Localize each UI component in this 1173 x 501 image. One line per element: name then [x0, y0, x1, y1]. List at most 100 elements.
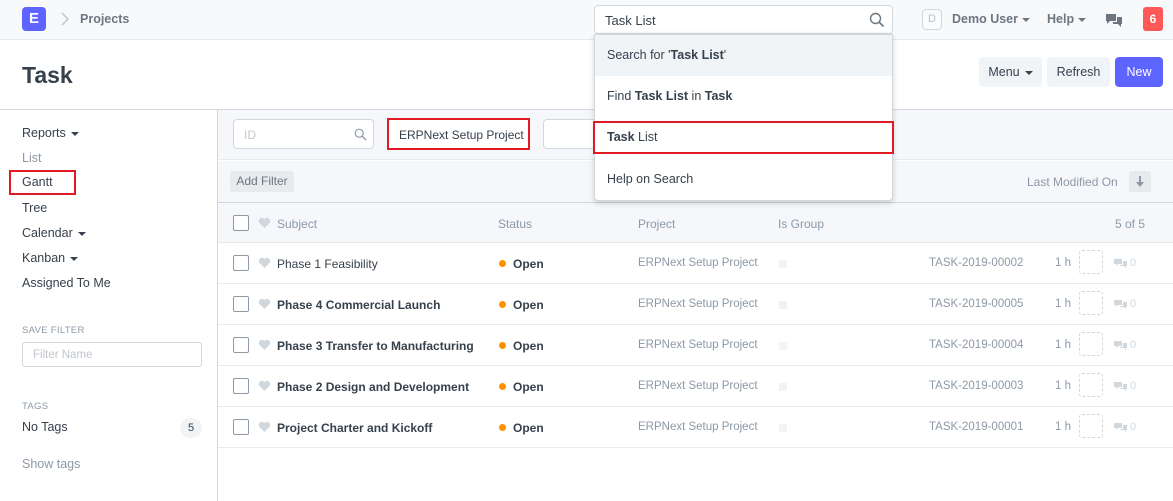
sidebar-item-reports[interactable]: Reports [22, 126, 79, 140]
caret-down-icon [70, 256, 79, 261]
page-title: Task [22, 62, 73, 88]
heart-icon[interactable] [258, 421, 271, 433]
sidebar-item-label: Kanban [22, 251, 66, 265]
user-avatar[interactable]: D [922, 9, 942, 30]
search-suggestions-dropdown: Search for 'Task List' Find Task List in… [594, 34, 893, 201]
help-on-search-option[interactable]: Help on Search [595, 159, 892, 200]
row-modified-time: 1 h [1055, 380, 1071, 392]
row-is-group-checkbox [779, 301, 787, 309]
app-logo[interactable]: E [22, 7, 46, 31]
row-task-id: TASK-2019-00005 [929, 298, 1024, 310]
row-is-group-checkbox [779, 383, 787, 391]
sidebar-item-list[interactable]: List [22, 151, 41, 165]
row-project[interactable]: ERPNext Setup Project [638, 339, 760, 351]
row-checkbox[interactable] [233, 419, 249, 435]
assign-placeholder-avatar[interactable] [1079, 414, 1103, 438]
help-menu-dropdown[interactable]: Help [1047, 12, 1087, 26]
row-comment-count: 0 [1130, 380, 1137, 392]
sidebar-item-calendar[interactable]: Calendar [22, 226, 86, 240]
table-row[interactable]: Phase 3 Transfer to Manufacturing Open ERP… [218, 325, 1173, 366]
row-task-id: TASK-2019-00004 [929, 339, 1024, 351]
comment-icon [1114, 423, 1127, 432]
sidebar-item-tree[interactable]: Tree [22, 201, 47, 215]
row-project[interactable]: ERPNext Setup Project [638, 257, 760, 269]
add-filter-button[interactable]: Add Filter [230, 171, 294, 192]
comment-icon [1114, 300, 1127, 309]
list-count: 5 of 5 [1115, 217, 1146, 231]
search-icon [869, 12, 885, 28]
select-all-checkbox[interactable] [233, 215, 249, 231]
search-icon [354, 128, 367, 141]
sort-order-button[interactable] [1129, 171, 1151, 192]
row-is-group-checkbox [779, 260, 787, 268]
row-subject-link[interactable]: Project Charter and Kickoff [277, 421, 432, 435]
row-is-group-checkbox [779, 424, 787, 432]
row-checkbox[interactable] [233, 255, 249, 271]
row-is-group-checkbox [779, 342, 787, 350]
row-project[interactable]: ERPNext Setup Project [638, 380, 760, 392]
row-project[interactable]: ERPNext Setup Project [638, 421, 760, 433]
heart-icon[interactable] [258, 298, 271, 310]
row-subject-link[interactable]: Phase 4 Commercial Launch [277, 298, 440, 312]
tag-count-badge: 5 [180, 418, 202, 438]
table-row[interactable]: Phase 4 Commercial Launch Open ERPNext Set… [218, 284, 1173, 325]
chat-icon[interactable] [1105, 12, 1123, 28]
heart-icon[interactable] [258, 257, 271, 269]
search-for-option[interactable]: Search for 'Task List' [595, 35, 892, 76]
assign-placeholder-avatar[interactable] [1079, 291, 1103, 315]
new-button[interactable]: New [1115, 57, 1163, 87]
table-row[interactable]: Phase 2 Design and Development Open ERPNex… [218, 366, 1173, 407]
row-modified-time: 1 h [1055, 421, 1071, 433]
column-header-status: Status [498, 217, 533, 231]
find-in-task-option[interactable]: Find Task List in Task [595, 76, 892, 117]
assign-placeholder-avatar[interactable] [1079, 332, 1103, 356]
awesomebar-search-input[interactable]: Task List [594, 5, 893, 34]
heart-icon[interactable] [258, 339, 271, 351]
sidebar-item-assigned-to-me[interactable]: Assigned To Me [22, 276, 111, 290]
dd-term: Task List [670, 48, 724, 62]
sidebar-item-label: Reports [22, 126, 66, 140]
user-menu-dropdown[interactable]: Demo User [952, 12, 1030, 26]
row-checkbox[interactable] [233, 296, 249, 312]
assign-placeholder-avatar[interactable] [1079, 250, 1103, 274]
filter-name-input[interactable]: Filter Name [22, 342, 202, 367]
status-filter-input[interactable] [543, 119, 595, 149]
row-project[interactable]: ERPNext Setup Project [638, 298, 760, 310]
save-filter-heading: SAVE FILTER [22, 325, 85, 336]
row-subject-link[interactable]: Phase 1 Feasibility [277, 257, 378, 271]
comment-icon [1114, 259, 1127, 268]
column-header-is-group: Is Group [778, 217, 825, 231]
row-comment-count: 0 [1130, 339, 1137, 351]
id-filter-input[interactable]: ID [233, 119, 374, 149]
assign-placeholder-avatar[interactable] [1079, 373, 1103, 397]
help-menu-label: Help [1047, 12, 1075, 26]
row-subject-link[interactable]: Phase 2 Design and Development [277, 380, 469, 394]
sidebar-item-no-tags[interactable]: No Tags [22, 420, 68, 434]
column-header-subject: Subject [277, 217, 318, 231]
id-filter-placeholder: ID [244, 128, 256, 142]
show-tags-link[interactable]: Show tags [22, 457, 80, 471]
status-indicator-dot [499, 383, 506, 390]
tags-heading: TAGS [22, 401, 49, 412]
menu-button-label: Menu [988, 65, 1020, 79]
caret-down-icon [1078, 17, 1087, 22]
project-filter-value: ERPNext Setup Project [399, 128, 524, 142]
sidebar-item-kanban[interactable]: Kanban [22, 251, 79, 265]
sidebar-item-gantt[interactable]: Gantt [22, 175, 53, 189]
menu-button[interactable]: Menu [979, 57, 1042, 87]
row-status: Open [513, 380, 544, 394]
project-filter-input[interactable]: ERPNext Setup Project [387, 118, 530, 150]
breadcrumb-projects[interactable]: Projects [80, 12, 129, 26]
caret-down-icon [77, 231, 86, 236]
row-subject-link[interactable]: Phase 3 Transfer to Manufacturing [277, 339, 474, 353]
heart-icon[interactable] [258, 380, 271, 392]
table-row[interactable]: Project Charter and Kickoff Open ERPNext S… [218, 407, 1173, 448]
row-checkbox[interactable] [233, 337, 249, 353]
refresh-button[interactable]: Refresh [1047, 57, 1110, 87]
notification-badge[interactable]: 6 [1143, 7, 1163, 31]
table-row[interactable]: Phase 1 Feasibility Open ERPNext Setup Pro… [218, 243, 1173, 284]
row-checkbox[interactable] [233, 378, 249, 394]
dd-term: Task List [634, 89, 689, 103]
sort-by-selector[interactable]: Last Modified On [1027, 175, 1118, 189]
heart-icon[interactable] [258, 217, 271, 229]
